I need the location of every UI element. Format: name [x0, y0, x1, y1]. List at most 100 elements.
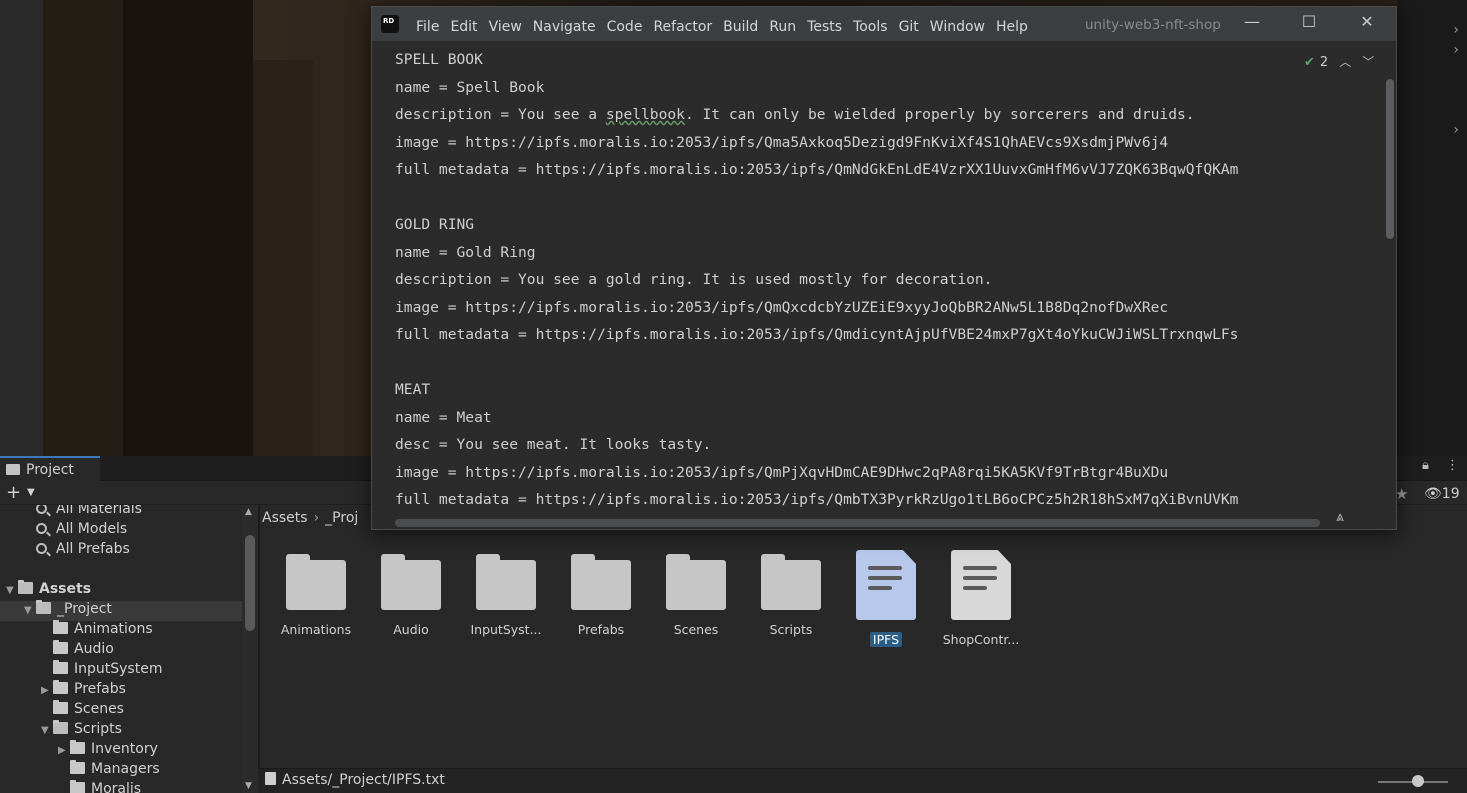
asset-shopcontr-[interactable]: ShopContr... — [936, 546, 1026, 647]
code-line[interactable]: full metadata = https://ipfs.moralis.io:… — [395, 486, 1238, 514]
collapsed-arrow-icon[interactable]: ▶ — [41, 685, 53, 696]
rider-titlebar[interactable]: RD File Edit View Navigate Code Refactor Build… — [372, 7, 1396, 41]
next-highlight-icon[interactable]: ﹀ — [1362, 55, 1374, 69]
breadcrumb-project[interactable]: _Proj — [325, 510, 358, 526]
folder-icon — [286, 554, 346, 610]
asset-audio[interactable]: Audio — [366, 546, 456, 637]
asset-grid: Animations Audio InputSyst... Prefabs Scenes… — [262, 546, 1462, 746]
kebab-menu-icon[interactable]: ⋮ — [1446, 458, 1459, 473]
breadcrumb-assets[interactable]: Assets — [262, 510, 308, 526]
asset-inputsyst-[interactable]: InputSyst... — [461, 546, 551, 637]
create-button[interactable]: + — [6, 482, 21, 503]
menu-tools[interactable]: Tools — [853, 19, 888, 35]
reader-mode-icon[interactable]: ⩓ — [1336, 509, 1344, 525]
expanded-arrow-icon[interactable]: ▼ — [6, 585, 18, 596]
chevron-right-icon[interactable]: › — [1453, 42, 1459, 58]
panel-divider[interactable] — [258, 505, 260, 793]
tree-item-all-models[interactable]: All Models — [0, 521, 127, 541]
inspection-count: 2 — [1319, 55, 1329, 70]
code-line[interactable]: name = Gold Ring — [395, 239, 1238, 267]
code-line[interactable]: desc = You see meat. It looks tasty. — [395, 431, 1238, 459]
menu-file[interactable]: File — [416, 19, 439, 35]
rider-window: RD File Edit View Navigate Code Refactor Build… — [371, 6, 1397, 530]
code-line[interactable]: full metadata = https://ipfs.moralis.io:… — [395, 321, 1238, 349]
tree-item-managers[interactable]: Managers — [0, 760, 160, 781]
inspection-widget[interactable]: ✔ 2 ︿ ﹀ — [1304, 53, 1374, 70]
asset-prefabs[interactable]: Prefabs — [556, 546, 646, 637]
asset-label-text: ShopContr... — [942, 632, 1020, 647]
asset-label-text: InputSyst... — [470, 622, 542, 637]
code-line[interactable]: image = https://ipfs.moralis.io:2053/ipf… — [395, 459, 1238, 487]
chevron-right-icon[interactable]: › — [1453, 22, 1459, 38]
code-content[interactable]: SPELL BOOK name = Spell Book description =… — [395, 46, 1238, 514]
asset-animations[interactable]: Animations — [271, 546, 361, 637]
code-line[interactable] — [395, 349, 1238, 377]
menu-git[interactable]: Git — [899, 19, 919, 35]
menu-run[interactable]: Run — [769, 19, 796, 35]
project-tree[interactable]: All Materials All Models All Prefabs ▼ Asset… — [0, 505, 242, 793]
scroll-up-icon[interactable]: ▲ — [245, 507, 252, 517]
code-line[interactable]: description = You see a gold ring. It is… — [395, 266, 1238, 294]
menu-help[interactable]: Help — [996, 19, 1028, 35]
folder-icon — [666, 554, 726, 610]
close-button[interactable]: ✕ — [1347, 12, 1387, 36]
asset-scenes[interactable]: Scenes — [651, 546, 741, 637]
collapsed-arrow-icon[interactable]: ▶ — [58, 745, 70, 756]
code-line[interactable]: image = https://ipfs.moralis.io:2053/ipf… — [395, 294, 1238, 322]
code-line[interactable]: name = Spell Book — [395, 74, 1238, 102]
tree-item-all-prefabs[interactable]: All Prefabs — [0, 541, 130, 561]
tree-item-assets[interactable]: ▼ Assets — [0, 580, 91, 601]
previous-highlight-icon[interactable]: ︿ — [1339, 55, 1351, 69]
folder-icon — [53, 680, 68, 694]
tree-item-scenes[interactable]: Scenes — [0, 700, 124, 721]
code-line[interactable] — [395, 184, 1238, 212]
asset-ipfs[interactable]: IPFS — [841, 546, 931, 647]
tree-item-inventory[interactable]: ▶ Inventory — [0, 740, 158, 761]
tree-item-animations[interactable]: Animations — [0, 620, 153, 641]
chevron-down-icon[interactable]: ▼ — [27, 487, 35, 498]
tree-scrollbar[interactable]: ▲ ▼ — [242, 505, 258, 793]
tab-project[interactable]: Project — [0, 456, 100, 481]
maximize-button[interactable]: ☐ — [1289, 12, 1329, 36]
code-line[interactable]: name = Meat — [395, 404, 1238, 432]
menu-build[interactable]: Build — [723, 19, 758, 35]
tree-item-all-materials[interactable]: All Materials — [0, 505, 142, 521]
chevron-right-icon[interactable]: › — [1453, 122, 1459, 138]
icon-size-slider-thumb[interactable] — [1412, 775, 1424, 787]
editor-vertical-scrollbar[interactable] — [1386, 79, 1394, 239]
code-line[interactable]: MEAT — [395, 376, 1238, 404]
minimize-button[interactable]: — — [1232, 12, 1272, 36]
menu-view[interactable]: View — [489, 19, 522, 35]
code-line[interactable]: GOLD RING — [395, 211, 1238, 239]
typo-highlight[interactable]: spellbook — [606, 106, 685, 123]
lock-icon[interactable]: 🔒︎ — [1422, 458, 1429, 473]
text-file-icon — [265, 772, 276, 785]
code-line[interactable]: image = https://ipfs.moralis.io:2053/ipf… — [395, 129, 1238, 157]
scroll-down-icon[interactable]: ▼ — [245, 781, 252, 791]
tree-item-inputsystem[interactable]: InputSystem — [0, 660, 162, 681]
expanded-arrow-icon[interactable]: ▼ — [24, 605, 36, 616]
menu-refactor[interactable]: Refactor — [653, 19, 712, 35]
tree-item-scripts[interactable]: ▼ Scripts — [0, 720, 122, 741]
menu-navigate[interactable]: Navigate — [533, 19, 596, 35]
hidden-packages-toggle[interactable]: 👁︎19 — [1424, 486, 1460, 502]
text-editor[interactable]: SPELL BOOK name = Spell Book description =… — [372, 41, 1396, 529]
tree-item--project[interactable]: ▼ _Project — [0, 600, 242, 621]
code-line[interactable]: full metadata = https://ipfs.moralis.io:… — [395, 156, 1238, 184]
menu-window[interactable]: Window — [930, 19, 985, 35]
menu-edit[interactable]: Edit — [450, 19, 477, 35]
asset-label-text: Audio — [393, 622, 429, 637]
menu-tests[interactable]: Tests — [807, 19, 842, 35]
editor-horizontal-scrollbar[interactable] — [395, 519, 1320, 527]
menu-code[interactable]: Code — [607, 19, 643, 35]
tree-item-audio[interactable]: Audio — [0, 640, 114, 661]
tree-scroll-thumb[interactable] — [245, 535, 255, 631]
rider-logo-icon: RD — [379, 13, 401, 35]
tree-item-moralis[interactable]: Moralis — [0, 780, 141, 793]
star-icon[interactable]: ★ — [1395, 485, 1408, 503]
expanded-arrow-icon[interactable]: ▼ — [41, 725, 53, 736]
code-line[interactable]: SPELL BOOK — [395, 46, 1238, 74]
tree-item-prefabs[interactable]: ▶ Prefabs — [0, 680, 126, 701]
asset-scripts[interactable]: Scripts — [746, 546, 836, 637]
code-line[interactable]: description = You see a spellbook. It ca… — [395, 101, 1238, 129]
